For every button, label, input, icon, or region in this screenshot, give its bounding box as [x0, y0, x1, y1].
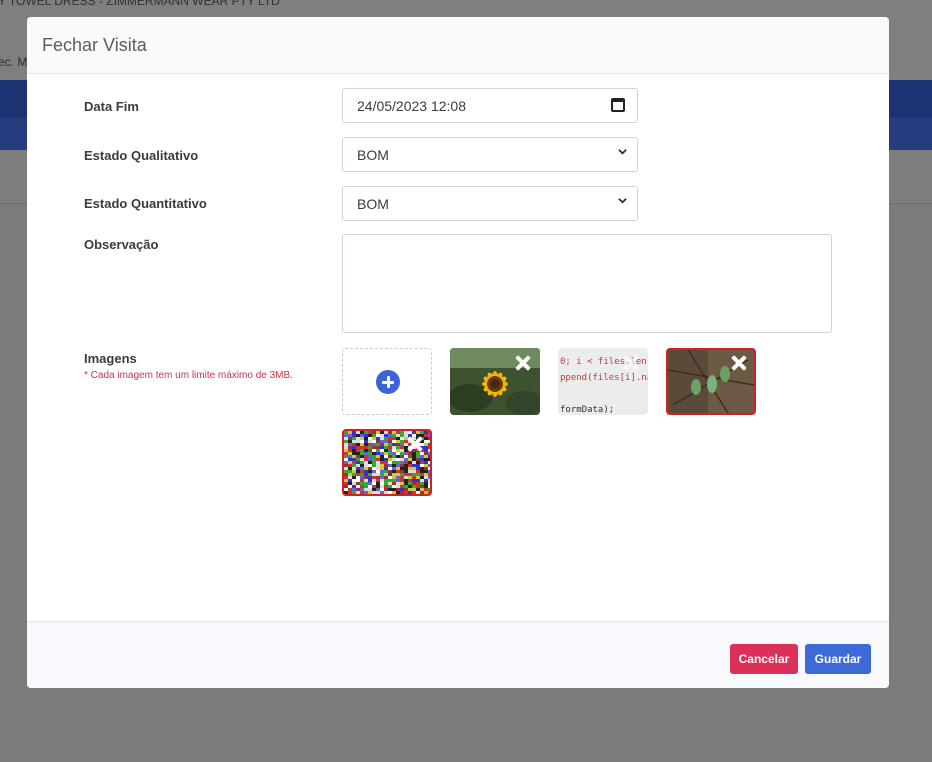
modal-body: Data Fim 24/05/2023 12:08 Estado Qualita…	[27, 74, 889, 621]
chevron-down-icon	[618, 198, 627, 204]
image-thumbnail-code[interactable]: 0; i < files.len ppend(files[i].na formD…	[558, 348, 648, 415]
image-thumbnail-parrots[interactable]	[666, 348, 756, 415]
calendar-icon[interactable]	[611, 98, 625, 112]
background-title: Y TOWEL DRESS - ZIMMERMANN WEAR PTY LTD	[0, 0, 280, 8]
estado-quantitativo-select[interactable]: BOM	[342, 186, 638, 221]
estado-qualitativo-label: Estado Qualitativo	[84, 148, 199, 163]
remove-image-icon[interactable]	[730, 354, 748, 372]
close-visit-modal: Fechar Visita Data Fim 24/05/2023 12:08 …	[27, 17, 889, 688]
chevron-down-icon	[618, 149, 627, 155]
remove-image-icon[interactable]	[514, 354, 532, 372]
plus-circle-icon	[376, 370, 400, 394]
image-thumbnail-noise[interactable]	[342, 429, 432, 496]
data-fim-label: Data Fim	[84, 99, 139, 114]
modal-footer: Cancelar Guardar	[27, 621, 889, 688]
estado-qualitativo-value: BOM	[357, 147, 389, 163]
estado-qualitativo-select[interactable]: BOM	[342, 137, 638, 172]
save-button[interactable]: Guardar	[805, 644, 871, 674]
background-subtext: ec. M	[0, 55, 28, 69]
estado-quantitativo-label: Estado Quantitativo	[84, 196, 207, 211]
observacao-textarea[interactable]	[342, 234, 832, 333]
imagens-label: Imagens	[84, 351, 137, 366]
add-image-button[interactable]	[342, 348, 432, 415]
image-thumbnail-sunflower[interactable]	[450, 348, 540, 415]
imagens-size-hint: * Cada imagem tem um limite máximo de 3M…	[84, 370, 293, 381]
estado-quantitativo-value: BOM	[357, 196, 389, 212]
data-fim-value: 24/05/2023 12:08	[357, 98, 466, 114]
cancel-button[interactable]: Cancelar	[730, 644, 798, 674]
modal-header: Fechar Visita	[27, 17, 889, 74]
remove-image-icon[interactable]	[622, 354, 640, 372]
data-fim-input[interactable]: 24/05/2023 12:08	[342, 88, 638, 123]
modal-title: Fechar Visita	[42, 35, 147, 55]
remove-image-icon[interactable]	[406, 435, 424, 453]
observacao-label: Observação	[84, 237, 159, 252]
